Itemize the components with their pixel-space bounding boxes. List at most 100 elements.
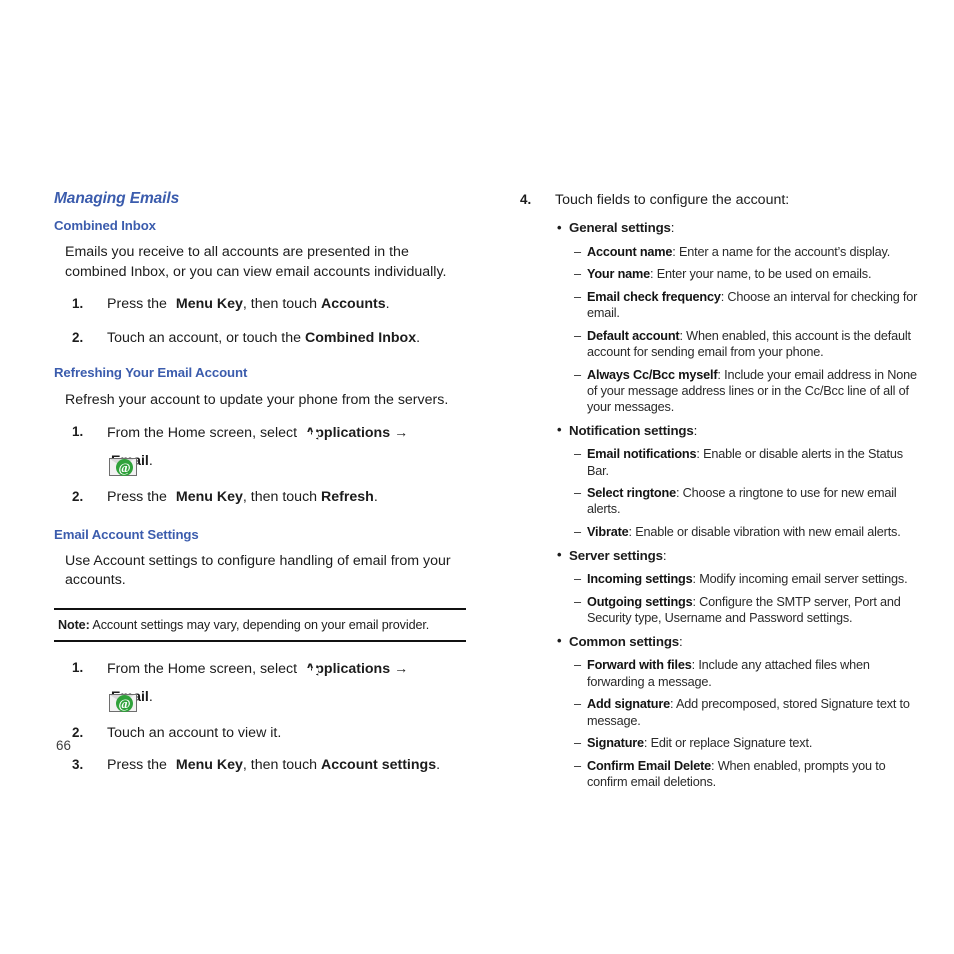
setting-item: Always Cc/Bcc myself: Include your email… — [512, 367, 928, 416]
step-text-post: . — [148, 688, 153, 705]
step-text-pre: Press the — [107, 756, 167, 773]
step-text-post: . — [436, 756, 441, 773]
step-item: 1. Press the Menu Key, then touch Accoun… — [54, 294, 466, 317]
step-item: 2. Press the Menu Key, then touch Refres… — [54, 487, 466, 510]
chapter-heading: Managing Emails — [54, 190, 180, 207]
step-text-mid: , then touch — [242, 489, 321, 506]
step-text-post: . — [148, 452, 153, 469]
setting-desc: : Enter your name, to be used on emails. — [650, 267, 872, 282]
setting-item: Incoming settings: Modify incoming email… — [512, 571, 928, 587]
step-item: 3. Press the Menu Key, then touch Accoun… — [54, 755, 466, 778]
setting-item: Default account: When enabled, this acco… — [512, 328, 928, 360]
setting-item: Account name: Enter a name for the accou… — [512, 244, 928, 260]
settings-list: General settings: Account name: Enter a … — [512, 219, 928, 790]
step-text-post: . — [373, 489, 378, 506]
step-bold-menu-key: Menu Key — [175, 756, 243, 773]
group-label-colon: : — [670, 220, 675, 235]
step-text-pre: Touch an account, or touch the — [107, 329, 305, 346]
step-item: 1. From the Home screen, select Applicat… — [72, 660, 409, 712]
setting-term: Forward with files — [587, 658, 692, 673]
setting-term: Your name — [587, 267, 651, 282]
setting-item: Your name: Enter your name, to be used o… — [512, 266, 928, 282]
group-label-text: Notification settings — [569, 422, 694, 438]
step-bold-refresh: Refresh — [321, 489, 374, 506]
setting-desc: : Modify incoming email server settings. — [692, 572, 908, 587]
setting-term: Outgoing settings — [587, 595, 693, 610]
arrow-icon: → — [394, 660, 409, 677]
group-label-colon: : — [679, 633, 683, 649]
step-item: 2. Touch an account, or touch the Combin… — [54, 328, 466, 349]
setting-item: Add signature: Add precomposed, stored S… — [512, 696, 928, 728]
step-text-post: . — [416, 329, 421, 346]
step-item: 2. Touch an account to view it. — [54, 723, 466, 744]
step-bold-menu-key: Menu Key — [175, 489, 243, 506]
right-column: 4. Touch fields to configure the account… — [512, 190, 928, 797]
note-text: Note: Account settings may vary, dependi… — [54, 610, 466, 640]
paragraph-email-account-settings: Use Account settings to configure handli… — [65, 552, 451, 589]
group-label-colon: : — [693, 422, 698, 438]
settings-group-label: General settings: — [512, 219, 928, 237]
step-text-mid: , then touch — [242, 756, 321, 773]
setting-term: Vibrate — [587, 525, 629, 540]
setting-desc: : Enable or disable vibration with new e… — [628, 525, 901, 540]
setting-item: Confirm Email Delete: When enabled, prom… — [512, 758, 928, 790]
setting-term: Always Cc/Bcc myself — [587, 367, 718, 382]
step-text-pre: From the Home screen, select — [107, 661, 298, 678]
note-box: Note: Account settings may vary, dependi… — [54, 608, 466, 643]
setting-item: Signature: Edit or replace Signature tex… — [512, 735, 928, 751]
step-number: 1. — [72, 296, 84, 312]
setting-item: Select ringtone: Choose a ringtone to us… — [512, 485, 928, 517]
section-heading-refreshing-email: Refreshing Your Email Account — [54, 365, 248, 381]
settings-group-label: Notification settings: — [512, 421, 928, 440]
setting-term: Add signature — [587, 697, 670, 712]
step-number: 2. — [72, 329, 84, 345]
step-text-pre: Press the — [107, 296, 167, 313]
step-number: 1. — [72, 424, 84, 440]
note-body-text: Account settings may vary, depending on … — [89, 618, 430, 633]
setting-term: Default account — [587, 328, 680, 343]
section-heading-combined-inbox: Combined Inbox — [54, 218, 156, 234]
step-text-pre: Press the — [107, 489, 167, 506]
step-text-post: . — [385, 296, 390, 313]
note-rule-bottom — [54, 640, 466, 643]
page-number: 66 — [56, 738, 71, 753]
paragraph-combined-inbox: Emails you receive to all accounts are p… — [65, 244, 447, 280]
setting-desc: : Edit or replace Signature text. — [643, 736, 813, 751]
setting-item: Email check frequency: Choose an interva… — [512, 289, 928, 321]
settings-group-label: Common settings: — [512, 632, 928, 651]
arrow-icon: → — [394, 424, 409, 441]
step-number: 3. — [72, 756, 84, 772]
step-text: Touch fields to configure the account: — [555, 192, 790, 208]
step-item: 1. From the Home screen, select Applicat… — [72, 424, 409, 476]
step-text-pre: From the Home screen, select — [107, 425, 298, 442]
setting-term: Select ringtone — [587, 486, 676, 501]
step-text-pre: Touch an account to view it. — [107, 725, 282, 742]
step-bold-combined-inbox: Combined Inbox — [304, 329, 417, 346]
step-number: 4. — [520, 192, 532, 207]
setting-term: Email notifications — [587, 447, 697, 462]
setting-term: Email check frequency — [587, 289, 721, 304]
step-text-mid: , then touch — [242, 296, 321, 313]
setting-term: Signature — [587, 736, 644, 751]
settings-group-label: Server settings: — [512, 546, 928, 565]
paragraph-refreshing-email: Refresh your account to update your phon… — [65, 391, 449, 408]
step-number: 1. — [72, 660, 84, 676]
group-label-text: Common settings — [569, 633, 680, 649]
left-column: Managing Emails Combined Inbox Emails yo… — [54, 190, 466, 788]
group-label-colon: : — [662, 547, 667, 563]
step-number: 2. — [72, 489, 84, 505]
section-heading-email-account-settings: Email Account Settings — [54, 526, 199, 542]
setting-term: Account name — [587, 244, 673, 259]
manual-page: Managing Emails Combined Inbox Emails yo… — [0, 0, 954, 954]
step-bold-account-settings: Account settings — [321, 756, 437, 773]
setting-desc: : Enter a name for the account’s display… — [672, 244, 891, 259]
setting-item: Email notifications: Enable or disable a… — [512, 446, 928, 478]
note-label: Note: — [58, 618, 90, 633]
setting-item: Outgoing settings: Configure the SMTP se… — [512, 594, 928, 626]
step-item: 4. Touch fields to configure the account… — [512, 190, 928, 210]
step-bold-menu-key: Menu Key — [175, 296, 243, 313]
setting-term: Incoming settings — [587, 572, 693, 587]
step-bold-accounts: Accounts — [321, 296, 386, 313]
setting-term: Confirm Email Delete — [587, 758, 712, 773]
setting-item: Forward with files: Include any attached… — [512, 657, 928, 689]
